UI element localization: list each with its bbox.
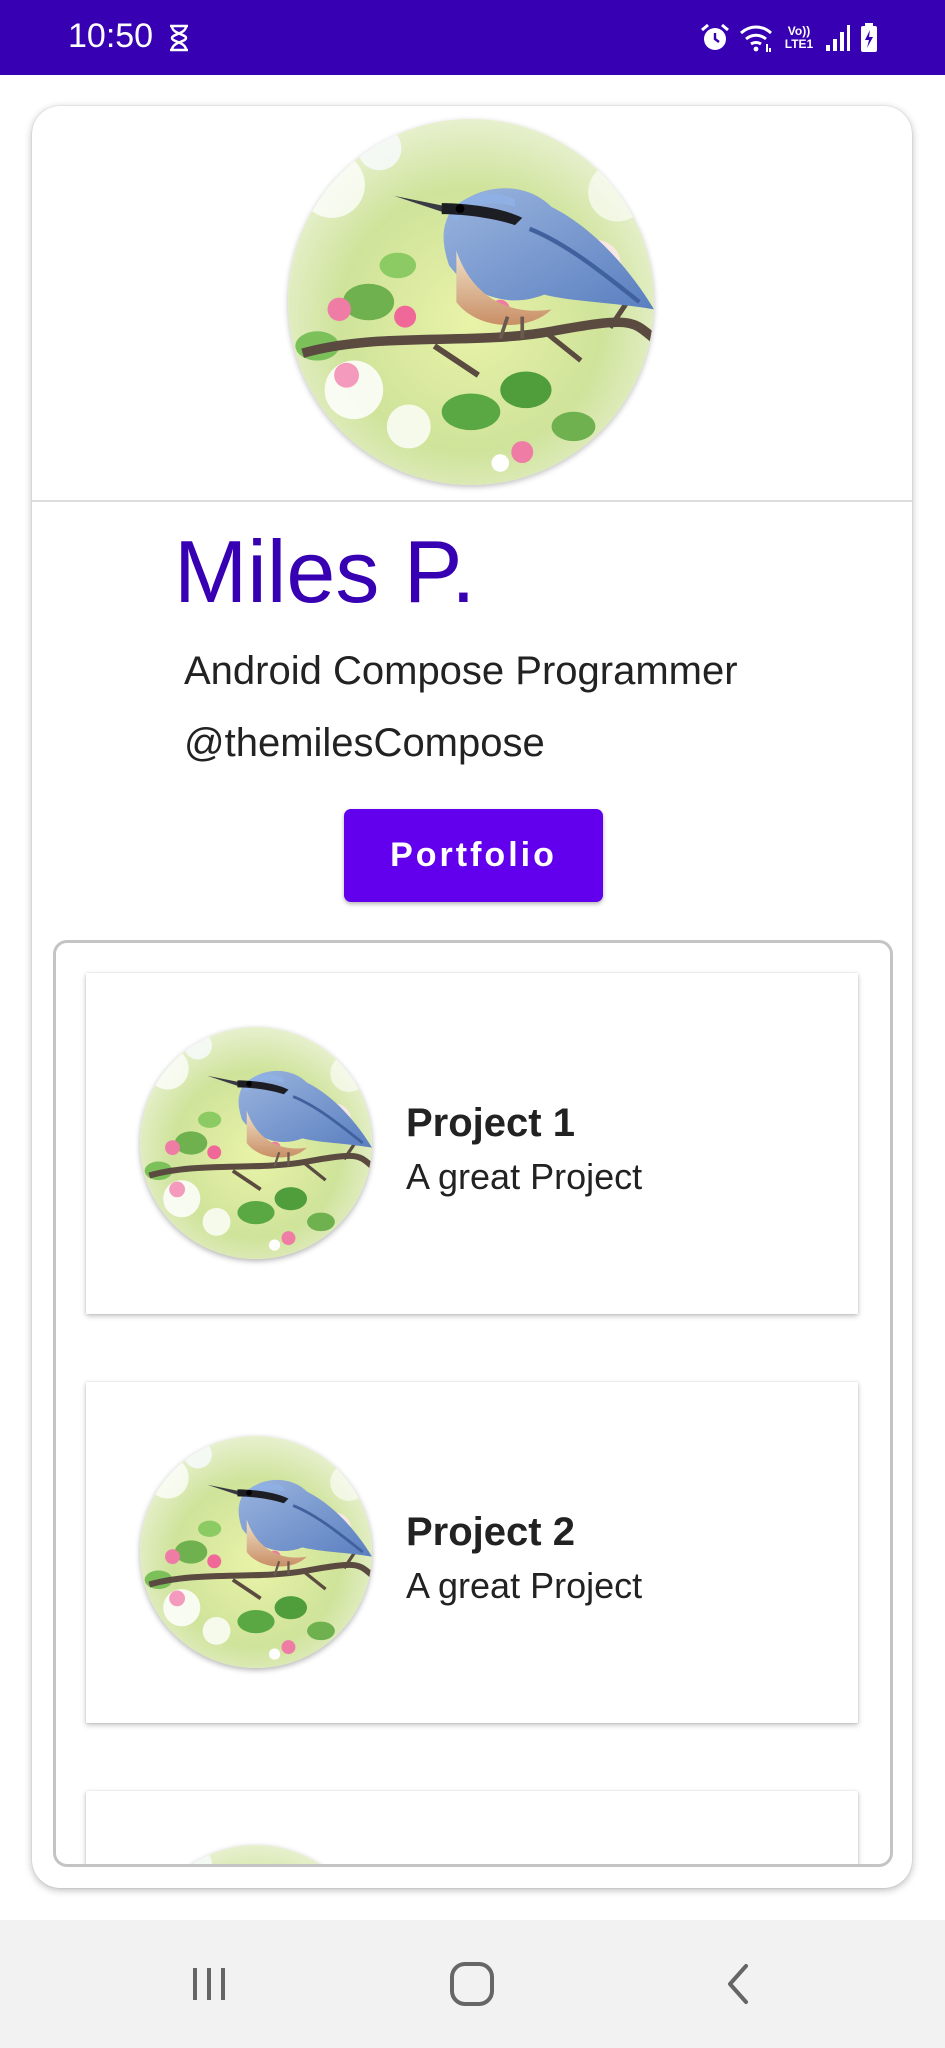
- profile-name: Miles P.: [174, 522, 476, 621]
- app-content: Miles P. Android Compose Programmer @the…: [0, 75, 945, 1920]
- hourglass-icon: [168, 24, 190, 52]
- profile-handle: @themilesCompose: [184, 721, 545, 765]
- project-card-partial[interactable]: [86, 1791, 858, 1867]
- project-description: A great Project: [406, 1156, 643, 1197]
- status-bar: 10:50 Vo)) LTE1: [0, 0, 945, 75]
- project-avatar: [140, 1436, 372, 1668]
- back-icon[interactable]: [703, 1954, 773, 2014]
- status-time: 10:50: [68, 17, 154, 55]
- project-title: Project 2: [406, 1510, 575, 1554]
- navigation-bar: [0, 1920, 945, 2048]
- profile-role: Android Compose Programmer: [184, 649, 738, 693]
- divider: [32, 500, 912, 502]
- network-label: Vo)) LTE1: [784, 24, 814, 51]
- projects-list[interactable]: Project 1 A great Project Project 2 A gr…: [53, 940, 893, 1867]
- profile-avatar: [288, 119, 654, 485]
- profile-card: Miles P. Android Compose Programmer @the…: [32, 106, 912, 1888]
- portfolio-button[interactable]: Portfolio: [344, 809, 603, 902]
- project-card[interactable]: Project 1 A great Project: [86, 973, 858, 1314]
- battery-charging-icon: [859, 22, 879, 54]
- project-description: A great Project: [406, 1565, 643, 1606]
- project-avatar: [140, 1845, 372, 1867]
- status-icons: Vo)) LTE1: [699, 18, 879, 58]
- project-avatar: [140, 1027, 372, 1259]
- project-card[interactable]: Project 2 A great Project: [86, 1382, 858, 1723]
- recent-apps-icon[interactable]: [174, 1954, 244, 2014]
- project-title: Project 1: [406, 1101, 575, 1145]
- signal-icon: [825, 23, 851, 53]
- home-icon[interactable]: [437, 1954, 507, 2014]
- wifi-icon: [739, 22, 773, 54]
- alarm-icon: [699, 22, 731, 54]
